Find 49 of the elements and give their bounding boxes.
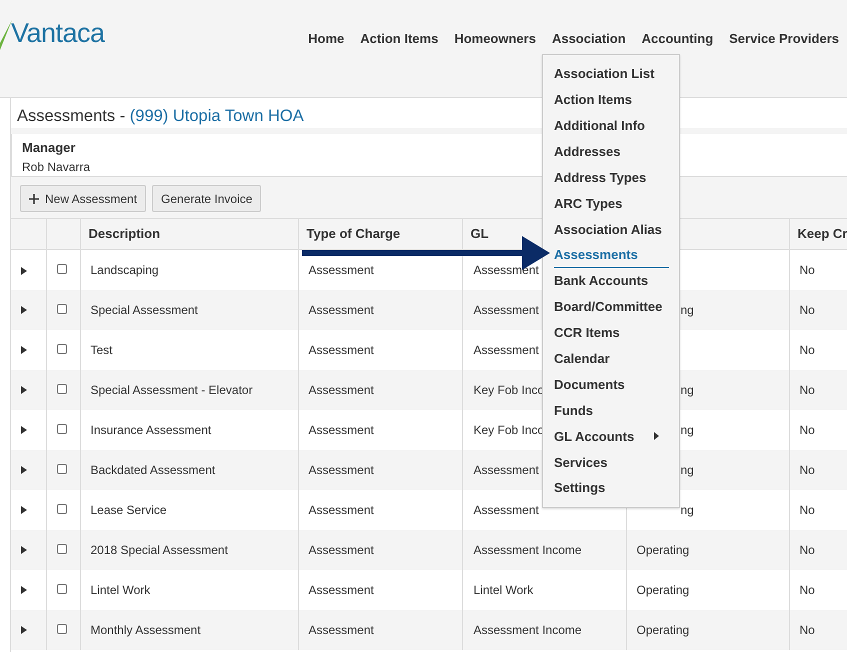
table-cell: Assessment bbox=[308, 302, 374, 316]
table-cell: No bbox=[800, 542, 815, 556]
table-cell: Assessment bbox=[474, 262, 539, 277]
table-cell: Landscaping bbox=[90, 262, 159, 277]
table-cell: Assessment bbox=[474, 342, 539, 356]
table-cell: No bbox=[800, 302, 815, 316]
table-cell: Lintel Work bbox=[90, 582, 150, 596]
table-cell: Assessment Income bbox=[474, 622, 582, 636]
table-cell: Special Assessment - Elevator bbox=[90, 382, 253, 396]
table-cell: Operating bbox=[636, 582, 690, 596]
table-cell: Operating bbox=[636, 622, 690, 636]
table-cell: Assessment bbox=[474, 302, 539, 316]
manager-label: Manager bbox=[22, 139, 76, 157]
table-cell: Operating bbox=[636, 542, 690, 556]
table-cell: Assessment bbox=[308, 582, 374, 596]
table-cell: Backdated Assessment bbox=[90, 462, 216, 476]
table-cell: Assessment bbox=[308, 622, 374, 636]
table-cell: No bbox=[800, 582, 815, 596]
table-cell: ng bbox=[680, 422, 694, 436]
table-cell: Assessment bbox=[474, 462, 539, 476]
table-cell: Assessment bbox=[308, 342, 374, 356]
table-cell: ng bbox=[680, 302, 694, 316]
table-cell: No bbox=[800, 382, 815, 396]
table-cell: Assessment bbox=[308, 502, 374, 516]
table-cell: Insurance Assessment bbox=[90, 422, 212, 436]
table-cell: ng bbox=[680, 502, 694, 516]
table-cell: ng bbox=[680, 382, 694, 396]
page-title: Assessments - bbox=[17, 107, 126, 125]
table-cell: Assessment bbox=[308, 382, 374, 396]
table-cell: No bbox=[800, 462, 815, 476]
table-cell: No bbox=[800, 342, 815, 356]
table-cell: 2018 Special Assessment bbox=[90, 542, 228, 556]
manager-name: Rob Navarra bbox=[22, 158, 90, 176]
table-cell: Monthly Assessment bbox=[90, 622, 201, 636]
table-cell: Assessment bbox=[308, 542, 374, 556]
table-cell: ng bbox=[680, 462, 694, 476]
table-cell: Assessment bbox=[308, 462, 374, 476]
table-cell: Test bbox=[90, 342, 113, 356]
table-cell: Assessment bbox=[308, 262, 374, 277]
table-cell: Lintel Work bbox=[474, 582, 534, 596]
table-cell: No bbox=[800, 262, 815, 277]
table-cell: Assessment bbox=[474, 502, 539, 516]
table-cell: Lease Service bbox=[90, 502, 167, 516]
table-cell: No bbox=[800, 622, 815, 636]
table-cell: No bbox=[800, 422, 815, 436]
table-cell: Assessment Income bbox=[474, 542, 582, 556]
table-cell: Assessment bbox=[308, 422, 374, 436]
table-cell: No bbox=[800, 502, 815, 516]
table-cell: Special Assessment bbox=[90, 302, 198, 316]
